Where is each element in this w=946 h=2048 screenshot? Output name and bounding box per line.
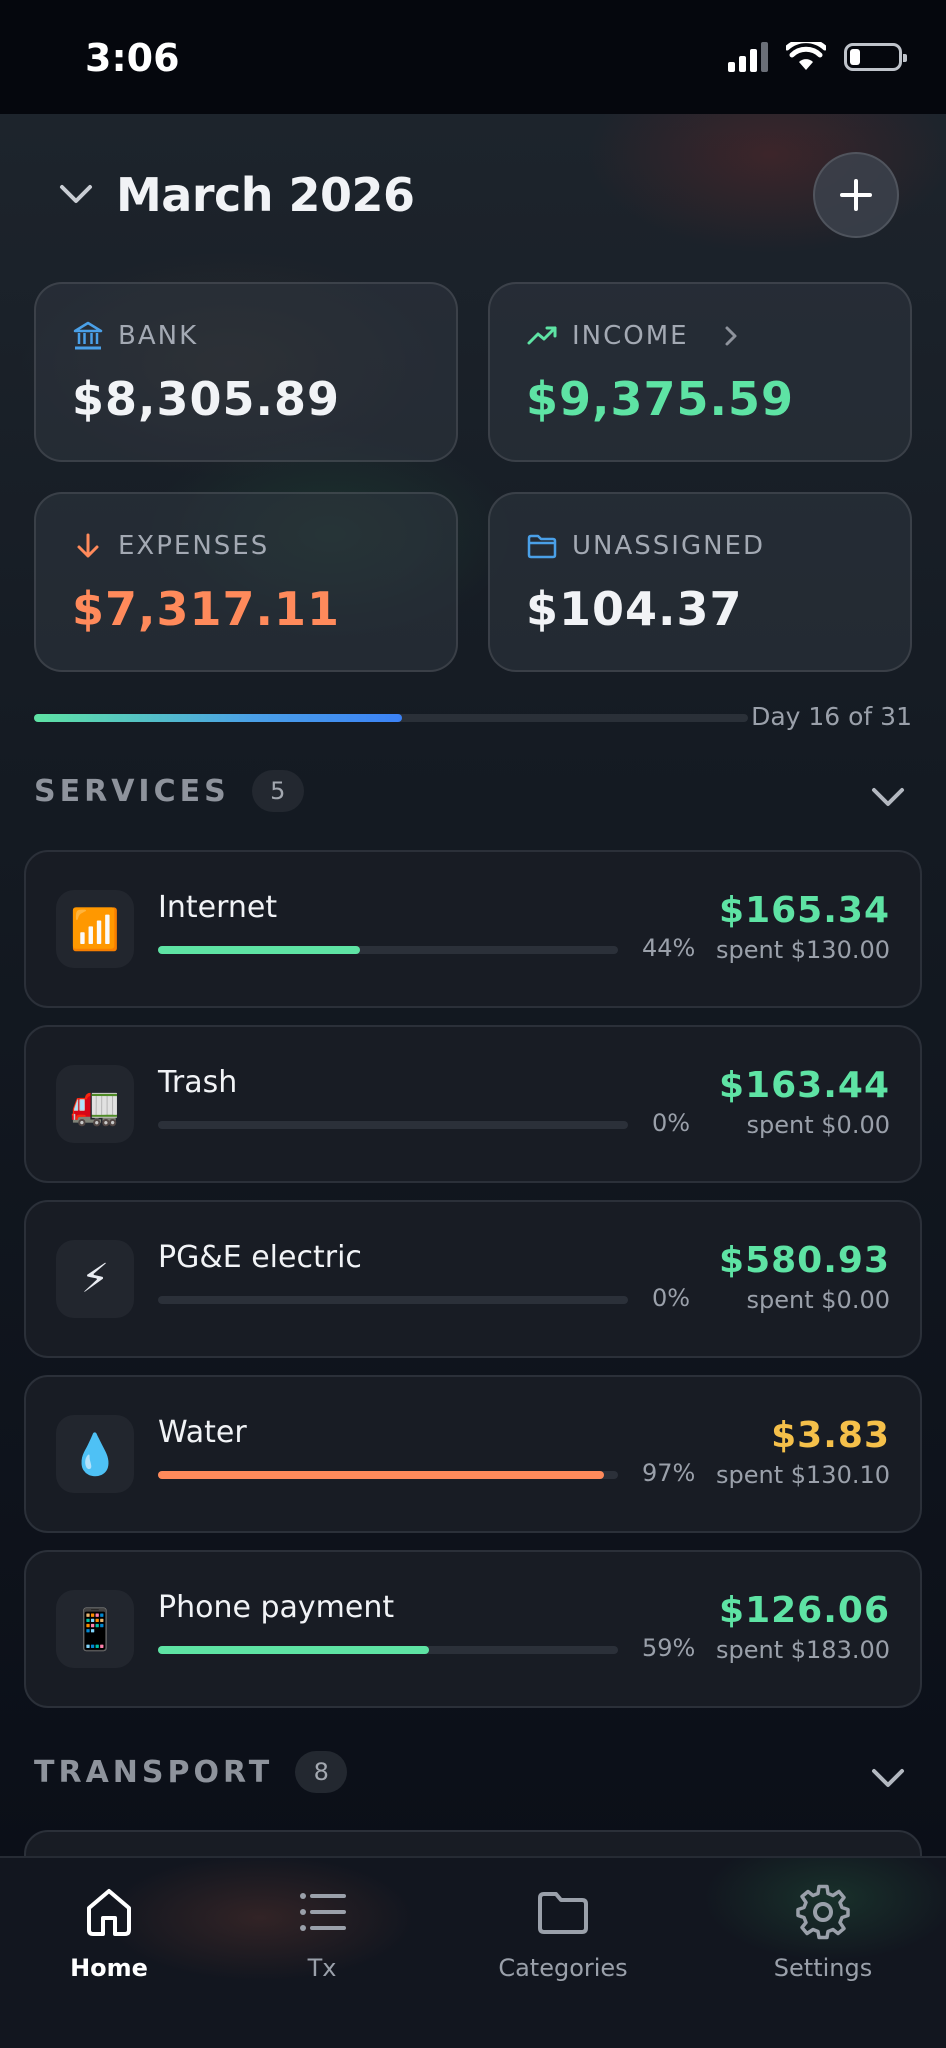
nav-home[interactable]: Home	[9, 1884, 209, 1982]
day-label: Day 16 of 31	[751, 702, 912, 731]
service-item-amount: $3.83	[771, 1415, 890, 1456]
service-item-name: Internet	[158, 890, 278, 925]
transport-item-card-partial[interactable]	[24, 1830, 922, 1856]
bottom-nav: Home Tx Categories Settings	[0, 1856, 946, 2048]
nav-tx-label: Tx	[307, 1954, 337, 1982]
service-item-amount: $126.06	[719, 1590, 890, 1631]
water-drop-icon: 💧	[56, 1415, 134, 1493]
nav-categories-label: Categories	[498, 1954, 628, 1982]
service-item-card[interactable]: ⚡ PG&E electric 0% $580.93 spent $0.00	[24, 1200, 922, 1358]
truck-icon: 🚛	[56, 1065, 134, 1143]
month-progress-bar	[34, 714, 748, 722]
battery-icon	[844, 43, 907, 71]
services-section-header[interactable]: SERVICES 5	[34, 770, 304, 812]
nav-tx[interactable]: Tx	[222, 1884, 422, 1982]
section-count: 8	[295, 1751, 348, 1793]
arrow-down-icon	[77, 533, 99, 558]
bank-label: BANK	[118, 321, 199, 351]
folder-icon	[527, 534, 557, 559]
service-item-progress-bar	[158, 1121, 628, 1129]
service-item-spent: spent $0.00	[746, 1111, 890, 1139]
status-bar: 3:06	[0, 0, 946, 114]
lightning-icon: ⚡	[56, 1240, 134, 1318]
income-value: $9,375.59	[526, 372, 794, 426]
chevron-down-icon[interactable]	[868, 1757, 908, 1797]
mobile-phone-icon: 📱	[56, 1590, 134, 1668]
service-item-progress-fill	[158, 1471, 605, 1479]
service-item-spent: spent $183.00	[716, 1636, 890, 1664]
section-title: SERVICES	[34, 773, 230, 809]
service-item-spent: spent $0.00	[746, 1286, 890, 1314]
nav-categories[interactable]: Categories	[463, 1884, 663, 1982]
service-item-name: Trash	[158, 1065, 238, 1100]
gear-icon	[796, 1884, 850, 1940]
expenses-card[interactable]: EXPENSES $7,317.11	[34, 492, 458, 672]
wifi-icon	[786, 42, 826, 70]
service-item-progress-fill	[158, 1646, 430, 1654]
service-item-percent: 59%	[642, 1634, 696, 1662]
cellular-signal-icon	[728, 42, 768, 72]
service-item-percent: 97%	[642, 1459, 696, 1487]
expenses-label: EXPENSES	[118, 531, 270, 561]
service-item-progress-fill	[158, 946, 361, 954]
unassigned-card[interactable]: UNASSIGNED $104.37	[488, 492, 912, 672]
service-item-progress-bar	[158, 1296, 628, 1304]
service-item-amount: $165.34	[719, 890, 890, 931]
section-title: TRANSPORT	[34, 1754, 274, 1790]
bank-value: $8,305.89	[72, 372, 340, 426]
month-progress-fill	[34, 714, 403, 722]
nav-home-label: Home	[70, 1954, 148, 1982]
service-item-percent: 44%	[642, 934, 696, 962]
service-item-progress-bar	[158, 946, 618, 954]
unassigned-label: UNASSIGNED	[572, 531, 765, 561]
trending-up-icon	[527, 326, 557, 345]
service-item-progress-bar	[158, 1471, 618, 1479]
service-item-spent: spent $130.00	[716, 936, 890, 964]
signal-bars-icon: 📶	[56, 890, 134, 968]
income-card[interactable]: INCOME $9,375.59	[488, 282, 912, 462]
bank-icon	[73, 321, 103, 350]
service-item-card[interactable]: 📱 Phone payment 59% $126.06 spent $183.00	[24, 1550, 922, 1708]
service-item-card[interactable]: 📶 Internet 44% $165.34 spent $130.00	[24, 850, 922, 1008]
bank-card[interactable]: BANK $8,305.89	[34, 282, 458, 462]
chevron-down-icon	[60, 185, 92, 203]
service-item-card[interactable]: 💧 Water 97% $3.83 spent $130.10	[24, 1375, 922, 1533]
status-time: 3:06	[85, 36, 180, 80]
chevron-down-icon[interactable]	[868, 776, 908, 816]
service-item-name: Water	[158, 1415, 247, 1450]
folder-icon	[538, 1892, 588, 1934]
service-item-spent: spent $130.10	[716, 1461, 890, 1489]
service-item-name: Phone payment	[158, 1590, 395, 1625]
service-item-amount: $580.93	[719, 1240, 890, 1281]
section-count: 5	[251, 770, 304, 812]
service-item-progress-bar	[158, 1646, 618, 1654]
service-item-percent: 0%	[652, 1109, 691, 1137]
chevron-right-icon	[725, 326, 737, 346]
unassigned-value: $104.37	[526, 582, 743, 636]
main-content[interactable]: March 2026 BANK $8,305.89 INCOME $9,375.…	[0, 114, 946, 1856]
service-item-percent: 0%	[652, 1284, 691, 1312]
month-selector[interactable]: March 2026	[58, 168, 415, 222]
nav-settings[interactable]: Settings	[723, 1884, 923, 1982]
service-item-name: PG&E electric	[158, 1240, 362, 1275]
add-button[interactable]	[813, 152, 899, 238]
expenses-value: $7,317.11	[72, 582, 340, 636]
home-icon	[87, 1889, 131, 1936]
list-icon	[300, 1893, 346, 1931]
plus-icon	[840, 179, 872, 211]
nav-settings-label: Settings	[773, 1954, 873, 1982]
transport-section-header[interactable]: TRANSPORT 8	[34, 1751, 348, 1793]
income-label: INCOME	[572, 321, 689, 351]
month-title: March 2026	[116, 168, 415, 222]
status-icons	[728, 42, 907, 72]
service-item-amount: $163.44	[719, 1065, 890, 1106]
service-item-card[interactable]: 🚛 Trash 0% $163.44 spent $0.00	[24, 1025, 922, 1183]
